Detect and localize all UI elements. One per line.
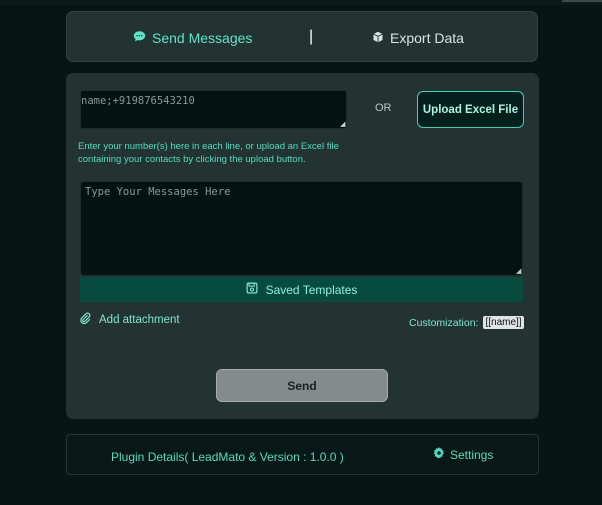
settings-button[interactable]: Settings [433,447,493,462]
message-input[interactable] [80,181,523,276]
name-tag[interactable]: [[name]] [483,316,524,329]
box-icon [372,30,384,46]
resize-grip-icon[interactable]: ◢ [516,268,522,275]
send-button[interactable]: Send [216,369,388,402]
add-attachment-label: Add attachment [99,314,180,326]
top-bar [0,0,602,5]
add-attachment-button[interactable]: Add attachment [79,312,180,328]
top-accent [562,0,602,2]
or-label: OR [375,102,392,114]
resize-grip-icon[interactable]: ◢ [340,121,346,128]
numbers-input[interactable] [80,90,347,129]
saved-templates-label: Saved Templates [265,282,358,297]
top-nav: Send Messages | Export Data [66,11,538,62]
nav-separator: | [309,28,314,45]
settings-label: Settings [450,447,494,462]
customization: Customization: [[name]] [409,316,524,329]
gear-icon [433,447,445,462]
upload-excel-button[interactable]: Upload Excel File [417,91,524,128]
saved-templates-button[interactable]: Saved Templates [80,277,523,302]
paperclip-icon [79,312,91,328]
tab-send-messages[interactable]: Send Messages [133,30,252,46]
numbers-hint: Enter your number(s) here in each line, … [78,141,339,165]
plugin-details: Plugin Details( LeadMato & Version : 1.0… [111,450,344,464]
send-form-card: ◢ OR Upload Excel File Enter your number… [66,73,539,419]
tab-export-data[interactable]: Export Data [372,30,464,46]
chat-bubble-icon [133,30,146,46]
tab-export-data-label: Export Data [390,30,464,46]
footer: Plugin Details( LeadMato & Version : 1.0… [66,434,539,475]
save-icon [246,282,258,297]
tab-send-messages-label: Send Messages [152,30,253,46]
customization-label: Customization: [409,316,479,329]
